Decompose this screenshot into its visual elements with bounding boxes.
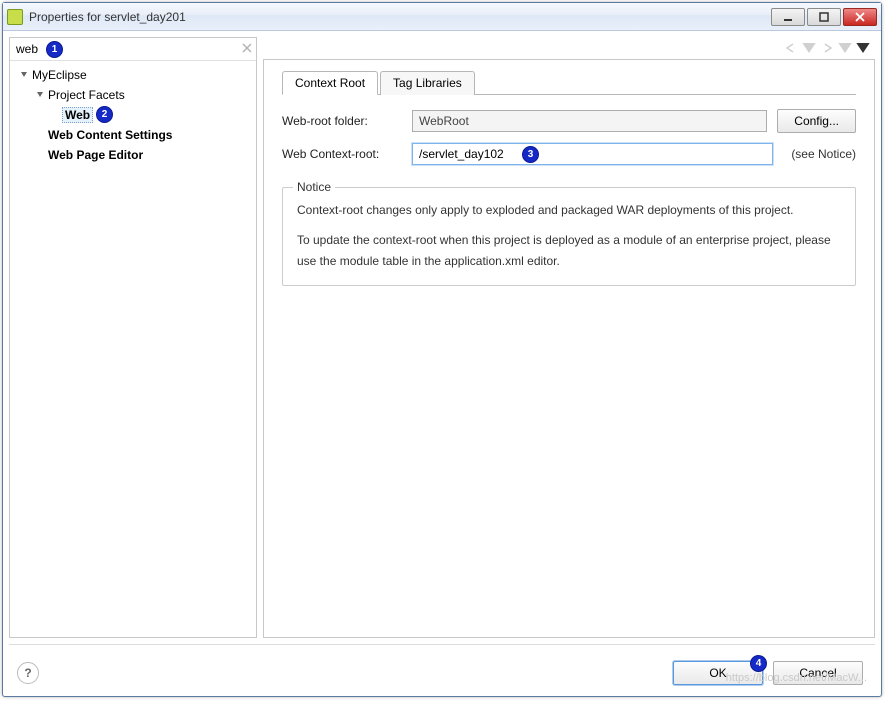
minimize-button[interactable] xyxy=(771,8,805,26)
notice-line-2: To update the context-root when this pro… xyxy=(297,230,841,271)
chevron-down-icon xyxy=(856,43,870,53)
cancel-button[interactable]: Cancel xyxy=(773,661,863,685)
tab-bar: Context Root Tag Libraries xyxy=(282,70,856,95)
search-row: 1 xyxy=(10,38,256,61)
tree-label: Project Facets xyxy=(48,88,125,102)
tree-item-project-facets[interactable]: Project Facets xyxy=(12,85,254,105)
nav-toolbar xyxy=(263,37,875,59)
nav-forward-menu[interactable] xyxy=(837,40,853,56)
web-root-field[interactable] xyxy=(412,110,767,132)
chevron-down-icon xyxy=(802,43,816,53)
maximize-icon xyxy=(818,12,830,22)
nav-back-menu[interactable] xyxy=(801,40,817,56)
properties-dialog: Properties for servlet_day201 xyxy=(2,2,882,697)
notice-legend: Notice xyxy=(293,180,335,194)
annotation-badge-4: 4 xyxy=(750,655,767,672)
help-icon: ? xyxy=(24,666,31,680)
tree-item-myeclipse[interactable]: MyEclipse xyxy=(12,65,254,85)
filter-input[interactable] xyxy=(10,38,238,60)
nav-back-button[interactable] xyxy=(783,40,799,56)
arrow-left-icon xyxy=(784,43,798,53)
button-label: Config... xyxy=(794,114,839,128)
tree-label-selected: Web xyxy=(62,107,93,123)
close-icon xyxy=(854,12,866,22)
annotation-badge-2: 2 xyxy=(96,106,113,123)
help-button[interactable]: ? xyxy=(17,662,39,684)
button-bar: ? OK 4 Cancel https://blog.csdn.net/MacW… xyxy=(9,644,875,690)
chevron-down-icon xyxy=(838,43,852,53)
notice-box: Notice Context-root changes only apply t… xyxy=(282,187,856,286)
clear-icon xyxy=(242,43,252,53)
tab-label: Context Root xyxy=(295,76,365,90)
config-button[interactable]: Config... xyxy=(777,109,856,133)
nav-tree: MyEclipse Project Facets Web 2 Web Conte… xyxy=(10,61,256,637)
tab-context-root[interactable]: Context Root xyxy=(282,71,378,95)
content-panel: Context Root Tag Libraries Web-root fold… xyxy=(263,59,875,638)
see-notice-text: (see Notice) xyxy=(791,147,856,161)
tab-tag-libraries[interactable]: Tag Libraries xyxy=(380,71,475,95)
notice-line-1: Context-root changes only apply to explo… xyxy=(297,200,841,220)
tree-label: Web Content Settings xyxy=(48,128,172,142)
nav-forward-button[interactable] xyxy=(819,40,835,56)
annotation-badge-1: 1 xyxy=(46,41,63,58)
view-menu-button[interactable] xyxy=(855,40,871,56)
right-pane: Context Root Tag Libraries Web-root fold… xyxy=(263,37,875,638)
expand-toggle-icon[interactable] xyxy=(18,69,30,81)
tree-item-web[interactable]: Web 2 xyxy=(12,105,254,125)
annotation-badge-3: 3 xyxy=(522,146,539,163)
tree-item-web-content-settings[interactable]: Web Content Settings xyxy=(12,125,254,145)
close-button[interactable] xyxy=(843,8,877,26)
tree-label: Web Page Editor xyxy=(48,148,143,162)
web-root-row: Web-root folder: Config... xyxy=(282,109,856,133)
tree-item-web-page-editor[interactable]: Web Page Editor xyxy=(12,145,254,165)
clear-filter-button[interactable] xyxy=(238,42,256,56)
app-icon xyxy=(7,9,23,25)
button-label: OK xyxy=(709,666,726,680)
maximize-button[interactable] xyxy=(807,8,841,26)
window-title: Properties for servlet_day201 xyxy=(29,10,771,24)
expand-toggle-icon[interactable] xyxy=(34,89,46,101)
context-root-label: Web Context-root: xyxy=(282,147,402,161)
minimize-icon xyxy=(782,12,794,22)
tree-label: MyEclipse xyxy=(32,68,87,82)
left-pane: 1 MyEclipse Project Facets Web 2 xyxy=(9,37,257,638)
content-split: 1 MyEclipse Project Facets Web 2 xyxy=(9,37,875,638)
context-root-field[interactable] xyxy=(412,143,773,165)
window-controls xyxy=(771,8,877,26)
tab-label: Tag Libraries xyxy=(393,76,462,90)
web-root-label: Web-root folder: xyxy=(282,114,402,128)
context-root-row: Web Context-root: (see Notice) 3 xyxy=(282,143,856,165)
title-bar: Properties for servlet_day201 xyxy=(3,3,881,31)
dialog-body: 1 MyEclipse Project Facets Web 2 xyxy=(3,31,881,696)
button-label: Cancel xyxy=(799,666,836,680)
arrow-right-icon xyxy=(820,43,834,53)
